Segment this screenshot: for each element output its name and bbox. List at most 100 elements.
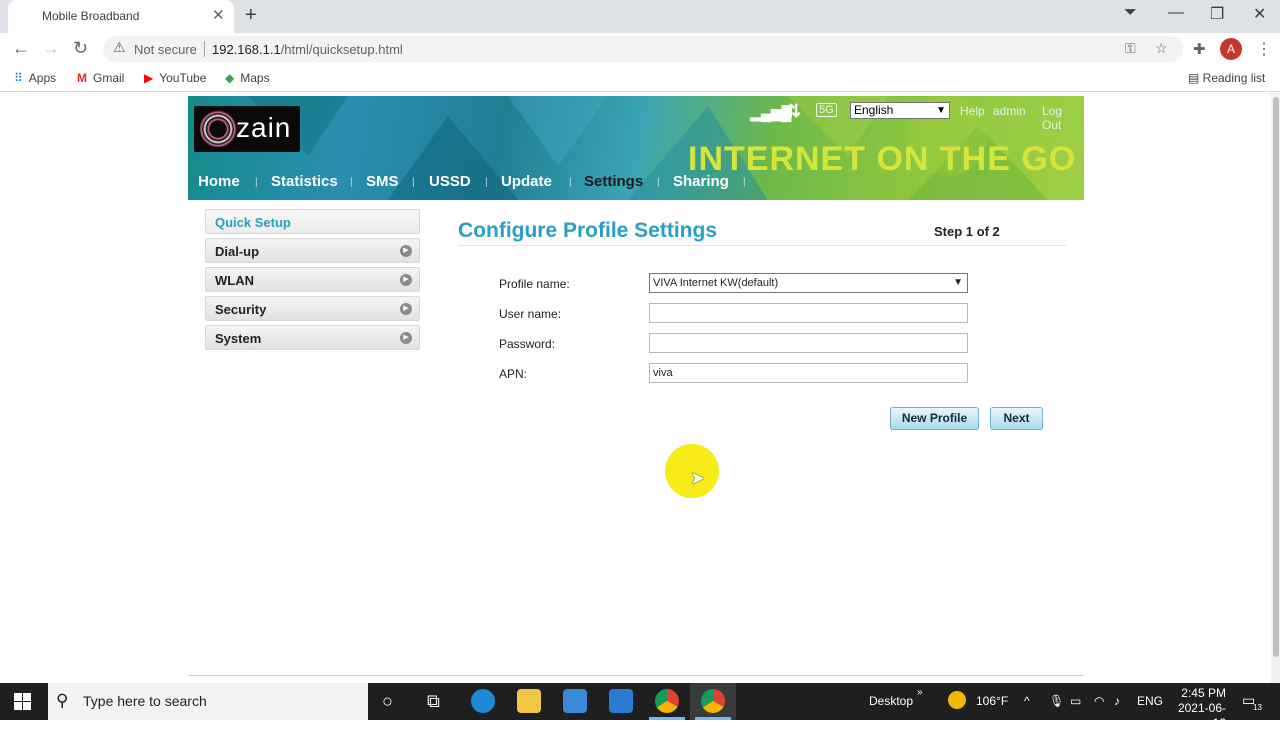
- bookmark-apps[interactable]: ⠿ Apps: [14, 71, 56, 85]
- user-name-field[interactable]: [649, 303, 968, 323]
- url-host: 192.168.1.1: [212, 42, 281, 57]
- back-icon[interactable]: ←: [12, 38, 30, 59]
- apn-field[interactable]: viva: [649, 363, 968, 383]
- sidebar-item-security[interactable]: Security ▶: [205, 296, 420, 321]
- password-label: Password:: [499, 337, 556, 351]
- menu-divider: |: [350, 177, 353, 188]
- tab-title: Mobile Broadband: [42, 9, 140, 23]
- not-secure-label[interactable]: Not secure: [134, 42, 197, 57]
- address-divider: [204, 41, 205, 57]
- new-tab-icon[interactable]: +: [245, 4, 257, 27]
- menu-settings[interactable]: Settings: [584, 173, 643, 190]
- password-field[interactable]: [649, 333, 968, 353]
- language-select[interactable]: English ▼: [850, 102, 950, 119]
- task-view-icon[interactable]: ⧉: [427, 691, 440, 712]
- zain-logo-text: zain: [236, 112, 292, 143]
- help-link[interactable]: Help: [960, 104, 985, 118]
- menu-divider: |: [412, 177, 415, 188]
- forward-icon[interactable]: →: [42, 38, 60, 59]
- reading-list-button[interactable]: ▤ Reading list: [1188, 71, 1265, 85]
- key-icon[interactable]: ⚿: [1125, 40, 1136, 57]
- desktop-toolbar[interactable]: Desktop: [869, 694, 913, 708]
- address-bar[interactable]: ⚠ Not secure 192.168.1.1/html/quicksetup…: [103, 36, 1183, 62]
- menu-divider: |: [569, 177, 572, 188]
- sidebar-item-system[interactable]: System ▶: [205, 325, 420, 350]
- weather-sun-icon[interactable]: [948, 691, 966, 709]
- bookmark-youtube[interactable]: ▶ YouTube: [144, 71, 206, 85]
- chevron-right-icon: ▶: [400, 303, 412, 315]
- extensions-icon[interactable]: ✚: [1193, 40, 1206, 58]
- sidebar-item-label: WLAN: [215, 273, 254, 288]
- mail-icon[interactable]: [609, 689, 633, 713]
- next-button[interactable]: Next: [990, 407, 1043, 430]
- chevron-down-icon: ▼: [953, 277, 963, 288]
- tab-strip: Mobile Broadband ✕ + ⏷ — ❐ ✕: [0, 0, 1280, 33]
- chevron-up-icon[interactable]: »: [917, 687, 923, 698]
- menu-home[interactable]: Home: [198, 173, 240, 190]
- bookmark-gmail[interactable]: M Gmail: [77, 71, 124, 85]
- sidebar-item-label: Quick Setup: [215, 215, 291, 230]
- sidebar-item-label: Security: [215, 302, 267, 317]
- apps-grid-icon: ⠿: [14, 71, 23, 85]
- taskbar-clock[interactable]: 2:45 PM 2021-06-12: [1172, 686, 1226, 731]
- sidebar-item-quick-setup[interactable]: Quick Setup: [205, 209, 420, 234]
- chrome-icon[interactable]: [655, 689, 679, 713]
- profile-name-select[interactable]: VIVA Internet KW(default) ▼: [649, 273, 968, 293]
- menu-sharing[interactable]: Sharing: [673, 173, 729, 190]
- bookmark-maps[interactable]: ◆ Maps: [225, 71, 270, 85]
- footer-divider: [188, 675, 1084, 676]
- menu-statistics[interactable]: Statistics: [271, 173, 338, 190]
- data-transfer-icon: ⇅: [786, 101, 802, 121]
- maps-icon: ◆: [225, 71, 235, 85]
- warning-icon[interactable]: ⚠: [113, 39, 126, 56]
- reading-list-icon: ▤: [1188, 71, 1203, 85]
- store-icon[interactable]: [563, 689, 587, 713]
- page-scrollbar-thumb[interactable]: [1273, 97, 1279, 657]
- restore-icon[interactable]: ❐: [1210, 4, 1224, 24]
- reload-icon[interactable]: ↻: [73, 38, 88, 59]
- chevron-down-icon: ▼: [936, 105, 946, 116]
- temperature[interactable]: 106°F: [976, 694, 1008, 708]
- sidebar-item-dial-up[interactable]: Dial-up ▶: [205, 238, 420, 263]
- cortana-icon[interactable]: ○: [382, 691, 393, 712]
- wifi-icon[interactable]: ◠: [1094, 694, 1104, 708]
- title-divider: [458, 245, 1066, 246]
- bookmark-label: Gmail: [93, 71, 125, 85]
- tab-close-icon[interactable]: ✕: [212, 6, 225, 24]
- volume-icon[interactable]: ♪: [1114, 694, 1120, 708]
- windows-start-icon[interactable]: [14, 693, 31, 710]
- file-explorer-icon[interactable]: [517, 689, 541, 713]
- chrome-active-icon[interactable]: [701, 689, 725, 713]
- edge-icon[interactable]: [471, 689, 495, 713]
- clock-date: 2021-06-12: [1177, 701, 1226, 730]
- taskbar-search-box[interactable]: ⚲ Type here to search: [48, 683, 368, 720]
- star-icon[interactable]: ☆: [1155, 40, 1168, 57]
- close-window-icon[interactable]: ✕: [1253, 4, 1266, 24]
- user-name-label: User name:: [499, 307, 562, 321]
- menu-update[interactable]: Update: [501, 173, 552, 190]
- gmail-icon: M: [77, 71, 87, 85]
- battery-icon[interactable]: ▭: [1070, 694, 1081, 708]
- chevron-right-icon: ▶: [400, 245, 412, 257]
- minimize-icon[interactable]: —: [1168, 4, 1184, 22]
- tab-search-icon[interactable]: ⏷: [1124, 4, 1137, 22]
- zain-swirl-icon: [198, 109, 238, 149]
- url-text[interactable]: 192.168.1.1/html/quicksetup.html: [212, 42, 403, 57]
- profile-avatar[interactable]: A: [1220, 38, 1242, 60]
- router-banner: zain ▂▄▆█ ⇅ 5G English ▼ Help admin Log …: [188, 96, 1084, 200]
- menu-divider: |: [657, 177, 660, 188]
- mouse-pointer-icon: ➤: [690, 468, 706, 488]
- input-language[interactable]: ENG: [1137, 694, 1163, 708]
- menu-sms[interactable]: SMS: [366, 173, 399, 190]
- logout-link[interactable]: Log Out: [1042, 104, 1084, 132]
- chevron-right-icon: ▶: [400, 274, 412, 286]
- microphone-icon[interactable]: 🎙︎: [1049, 694, 1064, 708]
- sidebar-item-wlan[interactable]: WLAN ▶: [205, 267, 420, 292]
- new-profile-button[interactable]: New Profile: [890, 407, 979, 430]
- browser-tab[interactable]: Mobile Broadband ✕: [8, 0, 234, 33]
- menu-icon[interactable]: ⋮: [1256, 39, 1272, 59]
- bookmark-label: Maps: [240, 71, 270, 85]
- show-hidden-icons[interactable]: ^: [1024, 694, 1030, 708]
- menu-ussd[interactable]: USSD: [429, 173, 471, 190]
- main-menu: Home | Statistics | SMS | USSD | Update …: [188, 168, 1084, 200]
